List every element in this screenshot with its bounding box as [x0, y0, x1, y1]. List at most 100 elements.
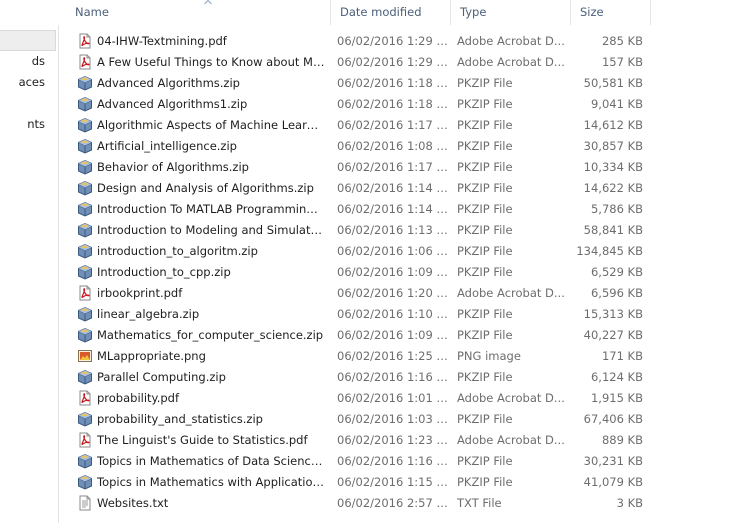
file-type: PKZIP File	[457, 265, 513, 279]
file-date-modified: 06/02/2016 1:16 AM	[337, 454, 449, 468]
file-name: Introduction To MATLAB Programming....	[97, 202, 325, 216]
file-size: 1,915 KB	[590, 391, 643, 405]
file-size: 285 KB	[601, 34, 643, 48]
file-date-modified: 06/02/2016 1:14 AM	[337, 202, 449, 216]
file-size: 67,406 KB	[583, 412, 643, 426]
file-date-modified: 06/02/2016 1:17 AM	[337, 118, 449, 132]
column-header-name[interactable]: Name	[66, 0, 331, 25]
file-row[interactable]: Behavior of Algorithms.zip 06/02/2016 1:1…	[58, 157, 752, 178]
file-row[interactable]: Mathematics_for_computer_science.zip 06/0…	[58, 325, 752, 346]
file-date-modified: 06/02/2016 1:18 AM	[337, 97, 449, 111]
file-date-modified: 06/02/2016 1:20 AM	[337, 286, 449, 300]
file-size: 30,231 KB	[583, 454, 643, 468]
file-type: PKZIP File	[457, 139, 513, 153]
file-date-modified: 06/02/2016 1:25 AM	[337, 349, 449, 363]
file-row[interactable]: Introduction_to_cpp.zip 06/02/2016 1:09 A…	[58, 262, 752, 283]
column-header-bar: Name Date modified Type Size	[58, 0, 752, 25]
file-row[interactable]: MLappropriate.png 06/02/2016 1:25 AM PNG i…	[58, 346, 752, 367]
pdf-file-icon	[77, 54, 93, 70]
zip-file-icon	[77, 159, 93, 175]
pdf-file-icon	[77, 285, 93, 301]
nav-item-documents[interactable]: nts	[0, 114, 58, 135]
file-name: Topics in Mathematics with Applications.…	[97, 475, 325, 489]
file-date-modified: 06/02/2016 1:01 AM	[337, 391, 449, 405]
file-name: Parallel Computing.zip	[97, 370, 226, 384]
file-type: PKZIP File	[457, 223, 513, 237]
file-size: 889 KB	[601, 433, 643, 447]
file-size: 6,529 KB	[590, 265, 643, 279]
file-row[interactable]: Artificial_intelligence.zip 06/02/2016 1:…	[58, 136, 752, 157]
file-date-modified: 06/02/2016 1:17 AM	[337, 160, 449, 174]
file-row[interactable]: Algorithmic Aspects of Machine Learning.…	[58, 115, 752, 136]
file-date-modified: 06/02/2016 1:08 AM	[337, 139, 449, 153]
nav-item-label: ds	[31, 54, 45, 68]
file-name: probability.pdf	[97, 391, 180, 405]
file-date-modified: 06/02/2016 1:18 AM	[337, 76, 449, 90]
file-name: introduction_to_algoritm.zip	[97, 244, 258, 258]
file-date-modified: 06/02/2016 1:09 AM	[337, 328, 449, 342]
file-date-modified: 06/02/2016 1:16 AM	[337, 370, 449, 384]
file-type: PKZIP File	[457, 454, 513, 468]
pdf-file-icon	[77, 432, 93, 448]
file-date-modified: 06/02/2016 1:14 AM	[337, 181, 449, 195]
file-type: Adobe Acrobat D...	[457, 55, 565, 69]
file-type: PKZIP File	[457, 97, 513, 111]
file-date-modified: 06/02/2016 1:15 AM	[337, 475, 449, 489]
file-name: Behavior of Algorithms.zip	[97, 160, 249, 174]
file-size: 15,313 KB	[583, 307, 643, 321]
nav-item-selected[interactable]	[0, 30, 56, 51]
file-row[interactable]: Topics in Mathematics with Applications.…	[58, 472, 752, 493]
column-header-size[interactable]: Size	[571, 0, 651, 25]
column-header-type[interactable]: Type	[451, 0, 571, 25]
nav-item-downloads[interactable]: ds	[0, 51, 58, 72]
file-type: Adobe Acrobat D...	[457, 34, 565, 48]
column-header-date-modified[interactable]: Date modified	[331, 0, 451, 25]
file-date-modified: 06/02/2016 1:10 AM	[337, 307, 449, 321]
file-row[interactable]: The Linguist's Guide to Statistics.pdf 06…	[58, 430, 752, 451]
pdf-file-icon	[77, 33, 93, 49]
zip-file-icon	[77, 243, 93, 259]
file-row[interactable]: Websites.txt 06/02/2016 2:57 AM TXT File 3 …	[58, 493, 752, 514]
file-row[interactable]: Parallel Computing.zip 06/02/2016 1:16 AM…	[58, 367, 752, 388]
file-size: 50,581 KB	[583, 76, 643, 90]
zip-file-icon	[77, 369, 93, 385]
file-row[interactable]: Introduction To MATLAB Programming.... 06…	[58, 199, 752, 220]
file-row[interactable]: 04-IHW-Textmining.pdf 06/02/2016 1:29 AM A…	[58, 31, 752, 52]
file-type: Adobe Acrobat D...	[457, 286, 565, 300]
zip-file-icon	[77, 327, 93, 343]
file-row[interactable]: linear_algebra.zip 06/02/2016 1:10 AM PKZI…	[58, 304, 752, 325]
file-name: Introduction to Modeling and Simulation.…	[97, 223, 325, 237]
file-date-modified: 06/02/2016 1:13 AM	[337, 223, 449, 237]
zip-file-icon	[77, 201, 93, 217]
file-size: 9,041 KB	[590, 97, 643, 111]
file-row[interactable]: Topics in Mathematics of Data Science.zi…	[58, 451, 752, 472]
file-type: PKZIP File	[457, 181, 513, 195]
file-row[interactable]: probability.pdf 06/02/2016 1:01 AM Adobe A…	[58, 388, 752, 409]
file-row[interactable]: A Few Useful Things to Know about Mac...…	[58, 52, 752, 73]
file-row[interactable]: Introduction to Modeling and Simulation.…	[58, 220, 752, 241]
file-type: PKZIP File	[457, 475, 513, 489]
file-name: Advanced Algorithms.zip	[97, 76, 240, 90]
nav-item-places[interactable]: aces	[0, 72, 58, 93]
file-size: 58,841 KB	[583, 223, 643, 237]
file-name: Mathematics_for_computer_science.zip	[97, 328, 324, 342]
file-size: 157 KB	[601, 55, 643, 69]
nav-item-label: nts	[27, 117, 45, 131]
file-row[interactable]: Advanced Algorithms.zip 06/02/2016 1:18 A…	[58, 73, 752, 94]
file-name: probability_and_statistics.zip	[97, 412, 263, 426]
file-name: Websites.txt	[97, 496, 169, 510]
file-row[interactable]: probability_and_statistics.zip 06/02/2016…	[58, 409, 752, 430]
pdf-file-icon	[77, 390, 93, 406]
file-row[interactable]: irbookprint.pdf 06/02/2016 1:20 AM Adobe A…	[58, 283, 752, 304]
sort-ascending-icon	[204, 0, 212, 5]
file-size: 14,622 KB	[583, 181, 643, 195]
file-name: 04-IHW-Textmining.pdf	[97, 34, 227, 48]
file-row[interactable]: introduction_to_algoritm.zip 06/02/2016 1…	[58, 241, 752, 262]
file-name: irbookprint.pdf	[97, 286, 183, 300]
zip-file-icon	[77, 96, 93, 112]
file-row[interactable]: Advanced Algorithms1.zip 06/02/2016 1:18 …	[58, 94, 752, 115]
file-row[interactable]: Design and Analysis of Algorithms.zip 06/…	[58, 178, 752, 199]
file-date-modified: 06/02/2016 2:57 AM	[337, 496, 449, 510]
text-file-icon	[77, 495, 93, 511]
file-date-modified: 06/02/2016 1:29 AM	[337, 34, 449, 48]
